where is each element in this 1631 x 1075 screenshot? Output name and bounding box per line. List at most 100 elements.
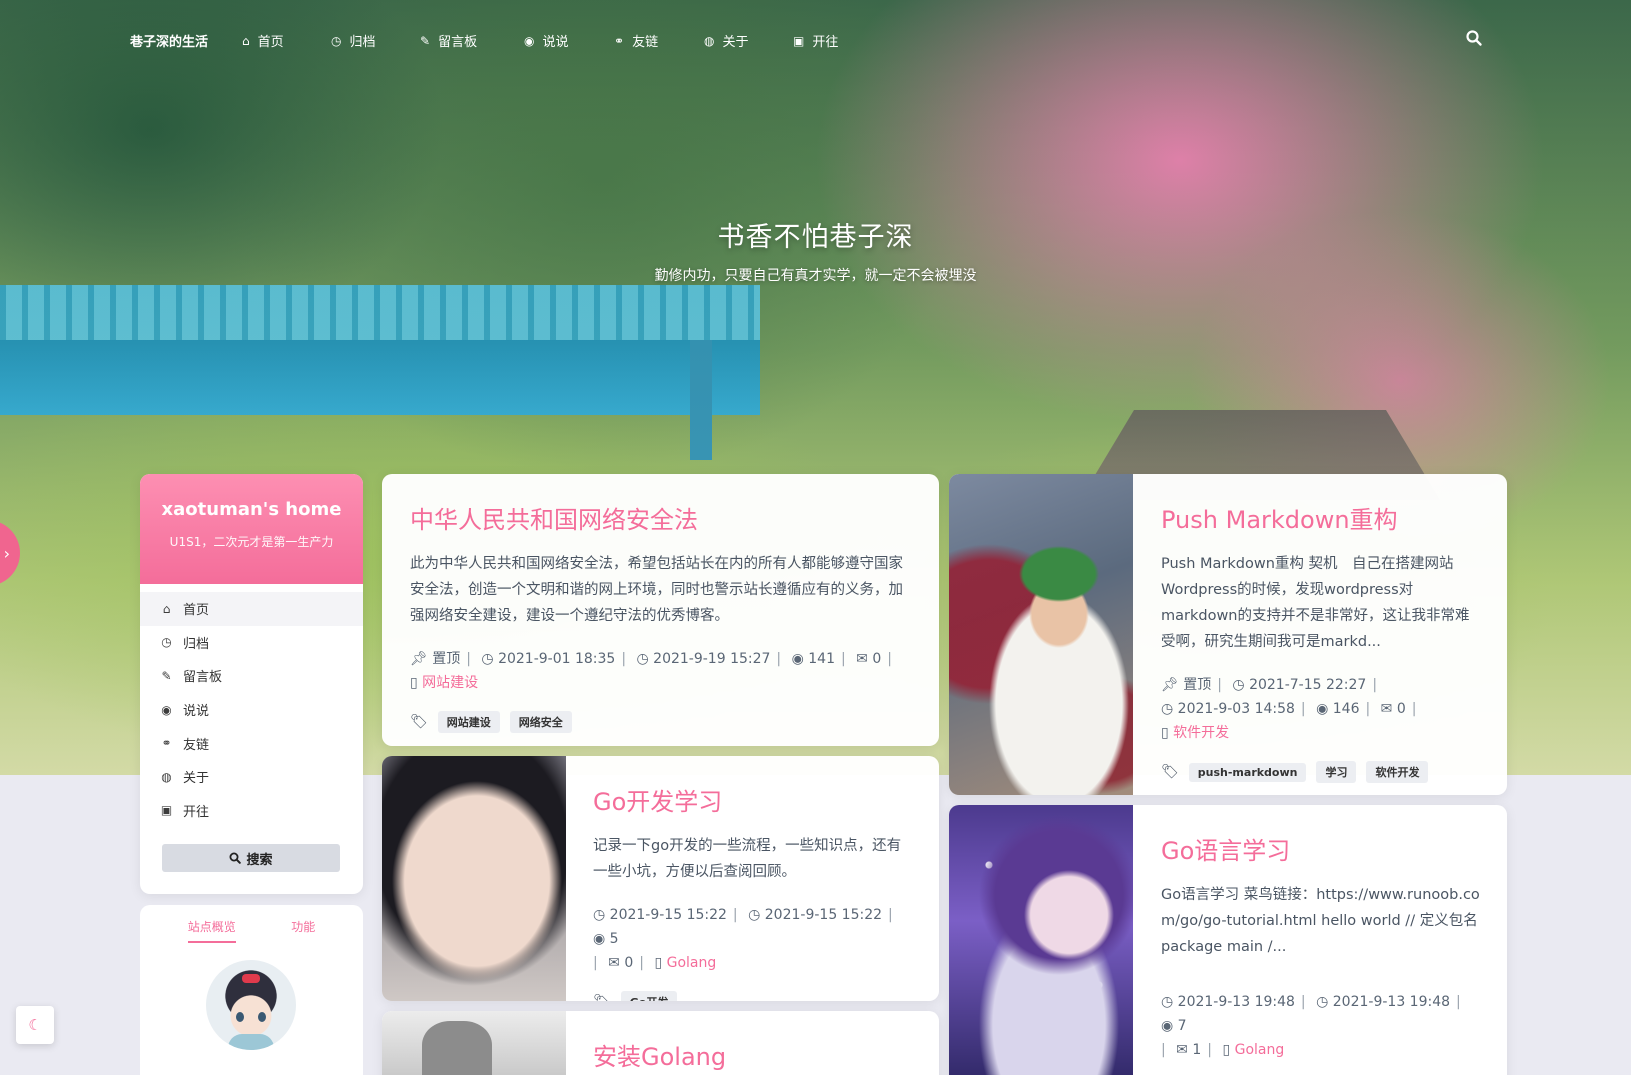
post-excerpt: 此为中华人民共和国网络安全法，希望包括站长在内的所有人都能够遵守国家安全法，创造… (410, 556, 903, 624)
search-icon (229, 852, 242, 864)
post-card[interactable]: Go开发学习 记录一下go开发的一些流程，一些知识点，还有一些小坑，方便以后查阅… (382, 756, 939, 1001)
sidebar-item-talk[interactable]: ◉ 说说 (140, 693, 363, 727)
post-card-body: Go开发学习 记录一下go开发的一些流程，一些知识点，还有一些小坑，方便以后查阅… (593, 782, 915, 1001)
post-excerpt: Go语言学习 菜鸟链接：https://www.runoob.com/go/go… (1161, 887, 1480, 955)
clock-icon: ◷ (748, 907, 761, 923)
comment-icon: ✉ (1176, 1042, 1188, 1058)
post-card[interactable]: Go语言学习 Go语言学习 菜鸟链接：https://www.runoob.co… (949, 805, 1507, 1075)
sidebar-item-archive[interactable]: ◷ 归档 (140, 626, 363, 660)
post-category[interactable]: Golang (1235, 1042, 1285, 1058)
post-title[interactable]: 安装Golang (593, 1037, 915, 1072)
tag[interactable]: 学习 (1316, 761, 1357, 783)
tag[interactable]: 网站建设 (437, 711, 500, 733)
post-excerpt: 记录一下go开发的一些流程，一些知识点，还有一些小坑，方便以后查阅回顾。 (593, 838, 902, 880)
bookmark-icon: ▯ (1161, 725, 1169, 741)
hero-title: 书香不怕巷子深 (717, 222, 914, 253)
sidebar-site-desc: U1S1，二次元才是第一生产力 (169, 535, 334, 549)
site-brand-link[interactable]: 巷子深的生活 (130, 31, 208, 50)
post-title[interactable]: Push Markdown重构 (1161, 500, 1483, 535)
post-title[interactable]: 中华人民共和国网络安全法 (410, 500, 915, 535)
sidebar-item-label: 首页 (183, 603, 210, 619)
sidebar-item-friends[interactable]: ⚭ 友链 (140, 726, 363, 760)
post-thumbnail[interactable] (382, 1011, 566, 1075)
nav-item-label: 说说 (542, 35, 569, 50)
post-thumbnail[interactable] (382, 756, 566, 1001)
eye-icon: ◉ (593, 931, 606, 947)
post-card-body: Push Markdown重构 Push Markdown重构 契机 自己在搭建… (1161, 500, 1483, 783)
pin-icon: 📌︎ (1161, 677, 1179, 693)
post-comments: 0 (624, 955, 634, 971)
post-category[interactable]: Golang (667, 955, 717, 971)
sidebar-search-label: 搜索 (246, 852, 273, 868)
post-thumbnail[interactable] (949, 474, 1133, 795)
nav-item-talk[interactable]: ◉ 说说 (524, 31, 569, 51)
eye-icon: ◉ (1316, 701, 1329, 717)
nav-item-guestbook[interactable]: ✎ 留言板 (420, 31, 478, 51)
post-thumbnail[interactable] (949, 805, 1133, 1075)
nav-item-friends[interactable]: ⚭ 友链 (614, 31, 659, 51)
post-views: 141 (808, 651, 835, 667)
sidebar-item-travelling[interactable]: ▣ 开往 (140, 794, 363, 828)
sidebar-profile-card: xaotuman's home U1S1，二次元才是第一生产力 ⌂ 首页 ◷ 归… (140, 474, 363, 894)
post-card[interactable]: 中华人民共和国网络安全法 此为中华人民共和国网络安全法，希望包括站长在内的所有人… (382, 474, 939, 746)
nav-item-travelling[interactable]: ▣ 开往 (793, 31, 838, 51)
post-views: 5 (609, 931, 619, 947)
nav-item-archive[interactable]: ◷ 归档 (331, 31, 376, 51)
tab-site-overview[interactable]: 站点概览 (187, 918, 236, 943)
sidebar-search-button[interactable]: 搜索 (162, 844, 340, 872)
tab-features[interactable]: 功能 (291, 918, 315, 943)
weibo-icon: ◉ (161, 702, 172, 717)
post-tags: 🏷︎ Go开发 (593, 991, 915, 1001)
clock-icon: ◷ (161, 635, 172, 650)
bookmark-icon: ▯ (410, 675, 418, 691)
user-circle-icon: ◍ (704, 33, 715, 48)
nav-item-label: 留言板 (438, 35, 478, 50)
tag[interactable]: 网络安全 (509, 711, 572, 733)
nav-item-label: 友链 (632, 35, 659, 50)
post-comments: 0 (872, 651, 882, 667)
hero-subtitle: 勤修内功，只要自己有真才实学，就一定不会被埋没 (654, 268, 977, 284)
post-updated-date: 2021-9-03 14:58 (1177, 701, 1295, 717)
thumbnail-figure (422, 1021, 492, 1075)
post-views: 7 (1177, 1018, 1187, 1034)
sidebar-item-label: 关于 (183, 771, 210, 787)
tag[interactable]: 软件开发 (1366, 761, 1429, 783)
sidebar-item-home[interactable]: ⌂ 首页 (140, 592, 363, 626)
post-meta: ◷ 2021-9-15 15:22 | ◷ 2021-9-15 15:22 | ◉ … (593, 907, 893, 971)
post-category[interactable]: 网站建设 (422, 675, 478, 691)
post-card[interactable]: 安装Golang (382, 1011, 939, 1075)
sidebar-item-label: 开往 (183, 804, 210, 820)
dark-mode-toggle[interactable]: ☾ (16, 1006, 54, 1044)
nav-item-label: 归档 (349, 35, 376, 50)
nav-item-label: 首页 (257, 35, 284, 50)
post-excerpt: Push Markdown重构 契机 自己在搭建网站Wordpress的时候，发… (1161, 556, 1470, 650)
post-title[interactable]: Go语言学习 (1161, 831, 1483, 866)
post-created-date: 2021-9-13 19:48 (1177, 994, 1295, 1010)
sidebar-item-label: 留言板 (183, 670, 223, 686)
clock-icon: ◷ (593, 907, 606, 923)
post-title[interactable]: Go开发学习 (593, 782, 915, 817)
link-icon: ⚭ (161, 736, 172, 751)
weibo-icon: ◉ (524, 33, 535, 48)
post-category[interactable]: 软件开发 (1173, 725, 1229, 741)
post-card[interactable]: Push Markdown重构 Push Markdown重构 契机 自己在搭建… (949, 474, 1507, 795)
comments-icon: ✎ (420, 33, 431, 48)
post-pinned: 置顶 (1183, 677, 1212, 693)
nav-item-home[interactable]: ⌂ 首页 (242, 31, 284, 51)
home-icon: ⌂ (162, 601, 171, 616)
search-icon[interactable] (1465, 29, 1485, 49)
comments-icon: ✎ (161, 668, 172, 683)
tag[interactable]: push-markdown (1188, 762, 1307, 782)
tag[interactable]: Go开发 (620, 991, 678, 1001)
sidebar-item-about[interactable]: ◍ 关于 (140, 760, 363, 794)
site-overview-card: 站点概览 功能 (140, 905, 363, 1075)
post-card-body: 中华人民共和国网络安全法 此为中华人民共和国网络安全法，希望包括站长在内的所有人… (410, 500, 915, 733)
sidebar-site-title: xaotuman's home (161, 499, 342, 520)
post-card-body: 安装Golang (593, 1037, 915, 1072)
sidebar-item-guestbook[interactable]: ✎ 留言板 (140, 659, 363, 693)
nav-item-about[interactable]: ◍ 关于 (704, 31, 749, 51)
train-icon: ▣ (160, 803, 173, 818)
post-meta: 📌︎ 置顶 | ◷ 2021-7-15 22:27 | ◷ 2021-9-03 14… (1161, 677, 1417, 741)
post-views: 146 (1332, 701, 1360, 717)
post-created-date: 2021-9-01 18:35 (498, 651, 616, 667)
